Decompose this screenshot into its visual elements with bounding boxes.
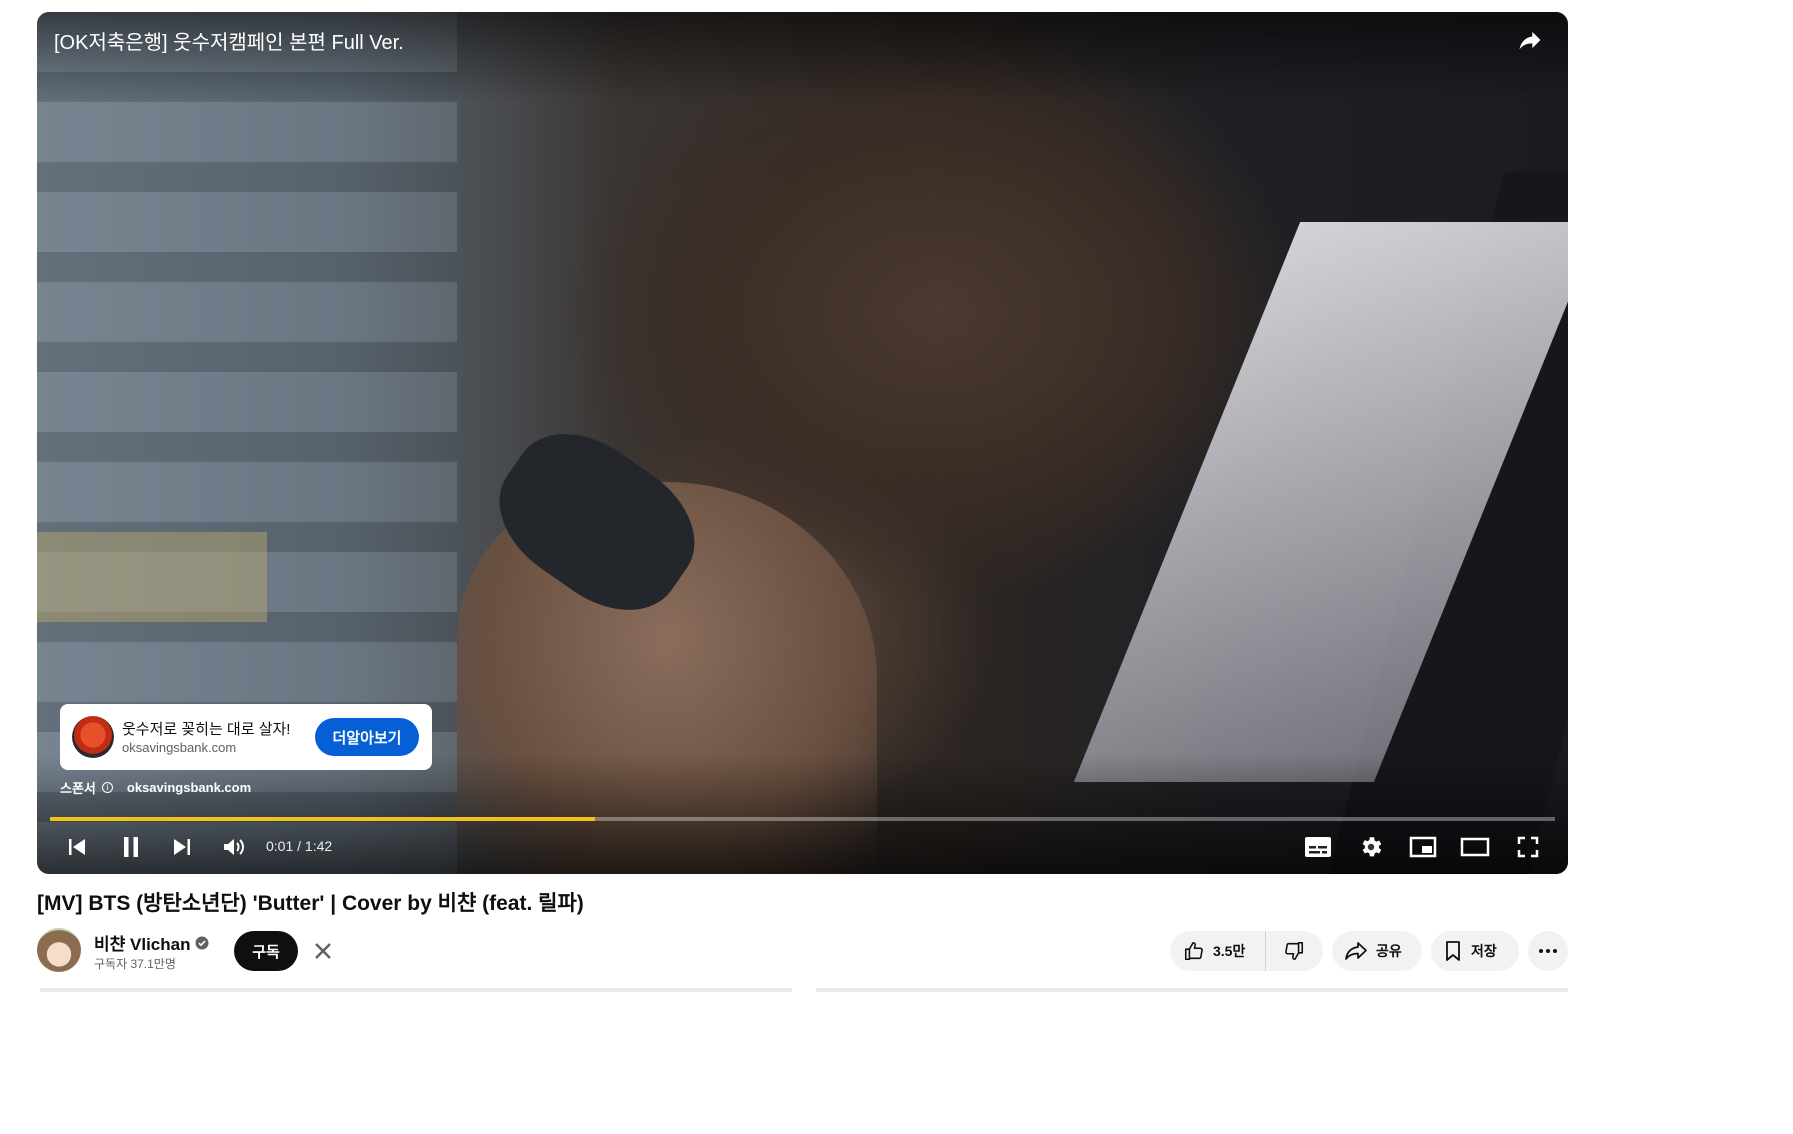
channel-name-text[interactable]: 비챤 Vlichan — [94, 930, 190, 955]
share-icon — [1345, 942, 1367, 960]
like-count: 3.5만 — [1213, 943, 1246, 959]
channel-name[interactable]: 비챤 Vlichan — [94, 930, 209, 955]
ad-domain: oksavingsbank.com — [122, 740, 237, 755]
ad-headline: 웃수저로 꽂히는 대로 살자! — [122, 721, 291, 738]
thumbs-down-icon — [1285, 941, 1304, 961]
settings-gear-icon — [1362, 837, 1382, 857]
pause-icon — [124, 837, 138, 857]
video-player[interactable]: [OK저축은행] 웃수저캠페인 본편 Full Ver. 웃수저로 꽂히는 대로… — [37, 12, 1568, 874]
share-button[interactable]: 공유 — [1332, 931, 1422, 971]
player-video-title[interactable]: [OK저축은행] 웃수저캠페인 본편 Full Ver. — [54, 26, 404, 55]
subtitles-icon — [1305, 837, 1331, 857]
close-icon — [315, 943, 331, 959]
bottom-gradient — [37, 754, 1568, 874]
fullscreen-icon — [1517, 836, 1539, 858]
next-button[interactable] — [164, 832, 200, 862]
theater-mode-button[interactable] — [1457, 832, 1493, 862]
thumbs-up-icon — [1184, 941, 1203, 961]
subscribe-button[interactable]: 구독 — [234, 931, 298, 971]
bookmark-icon — [1446, 941, 1460, 961]
dislike-button[interactable] — [1266, 931, 1322, 971]
progress-fill — [50, 817, 595, 821]
more-icon — [1539, 949, 1557, 953]
save-label: 저장 — [1471, 943, 1497, 959]
sponsor-row: 스폰서 i oksavingsbank.com — [60, 778, 251, 797]
share-arrow-icon[interactable] — [1516, 26, 1544, 54]
settings-button[interactable] — [1353, 832, 1389, 862]
video-title: [MV] BTS (방탄소년단) 'Butter' | Cover by 비챤 … — [37, 892, 584, 915]
info-icon[interactable]: i — [101, 782, 113, 793]
advertiser-logo — [72, 716, 114, 758]
next-icon — [174, 839, 190, 855]
verified-icon — [195, 936, 209, 949]
time-display: 0:01 / 1:42 — [266, 838, 333, 854]
save-button[interactable]: 저장 — [1431, 931, 1519, 971]
theater-icon — [1460, 837, 1490, 857]
pause-button[interactable] — [113, 832, 149, 862]
sponsor-label: 스폰서 — [60, 781, 96, 796]
miniplayer-button[interactable] — [1405, 832, 1441, 862]
volume-icon — [224, 839, 244, 855]
subscriber-count: 구독자 37.1만명 — [94, 957, 176, 971]
miniplayer-icon — [1409, 836, 1437, 858]
more-actions-button[interactable] — [1528, 931, 1568, 971]
like-dislike-group: 3.5만 — [1170, 931, 1323, 971]
progress-bar[interactable] — [50, 817, 1555, 821]
share-label: 공유 — [1376, 943, 1402, 959]
prev-icon — [69, 839, 85, 855]
background-sign — [37, 532, 267, 622]
sponsor-domain[interactable]: oksavingsbank.com — [127, 780, 251, 795]
description-box-edge — [40, 988, 792, 992]
dismiss-button[interactable] — [308, 936, 338, 966]
learn-more-button[interactable]: 더알아보기 — [315, 718, 419, 756]
volume-button[interactable] — [216, 832, 252, 862]
avatar[interactable] — [37, 928, 81, 972]
comments-box-edge — [816, 988, 1568, 992]
previous-button[interactable] — [59, 832, 95, 862]
subtitles-button[interactable] — [1300, 832, 1336, 862]
ad-card[interactable]: 웃수저로 꽂히는 대로 살자! oksavingsbank.com 더알아보기 — [60, 704, 432, 770]
fullscreen-button[interactable] — [1510, 832, 1546, 862]
like-button[interactable]: 3.5만 — [1170, 931, 1266, 971]
